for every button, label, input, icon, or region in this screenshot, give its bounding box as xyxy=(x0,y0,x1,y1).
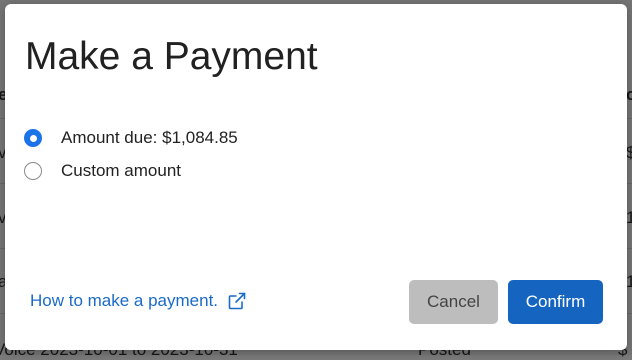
external-link-icon xyxy=(228,292,246,310)
radio-checked-icon[interactable] xyxy=(24,129,42,147)
custom-amount-option[interactable]: Custom amount xyxy=(24,161,181,181)
dialog-title: Make a Payment xyxy=(25,35,318,78)
how-to-pay-link[interactable]: How to make a payment. xyxy=(30,291,247,311)
custom-amount-label: Custom amount xyxy=(61,161,181,180)
payment-dialog: Make a Payment Amount due: $1,084.85 Cus… xyxy=(5,4,627,350)
how-to-pay-label: How to make a payment. xyxy=(30,291,219,310)
cancel-button[interactable]: Cancel xyxy=(409,280,498,324)
amount-due-option[interactable]: Amount due: $1,084.85 xyxy=(24,128,238,148)
radio-unchecked-icon[interactable] xyxy=(24,162,42,180)
amount-due-label: Amount due: $1,084.85 xyxy=(61,128,238,147)
confirm-button[interactable]: Confirm xyxy=(508,280,603,324)
